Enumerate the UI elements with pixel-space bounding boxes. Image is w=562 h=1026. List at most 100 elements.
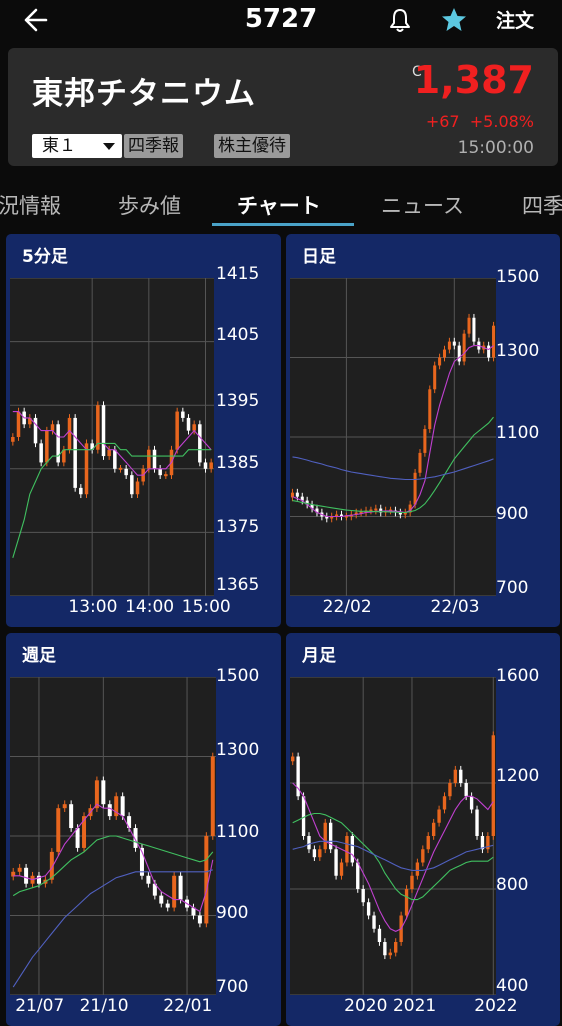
candle-down bbox=[79, 487, 83, 495]
y-tick-label: 800 bbox=[496, 875, 529, 895]
y-tick-label: 1100 bbox=[216, 822, 260, 842]
candle-up bbox=[415, 862, 420, 876]
chart-title: 週足 bbox=[22, 646, 56, 666]
candle-up bbox=[438, 357, 442, 366]
candle-down bbox=[295, 492, 299, 497]
candle-down bbox=[334, 849, 338, 876]
candle-down bbox=[24, 867, 29, 884]
candle-down bbox=[130, 475, 134, 495]
tab-news[interactable]: ニュース bbox=[381, 190, 464, 220]
candle-up bbox=[339, 862, 344, 876]
candle-up bbox=[50, 424, 55, 431]
candle-up bbox=[492, 325, 496, 358]
candle-down bbox=[69, 804, 74, 829]
x-tick-label: 15:00 bbox=[181, 597, 231, 617]
candle-down bbox=[301, 796, 306, 836]
y-tick-label: 1405 bbox=[216, 325, 260, 345]
stock-summary-card: 東邦チタニウム 東１ 四季報 株主優待 C 1,387 +67 +5.08% 1… bbox=[8, 48, 558, 166]
candle-up bbox=[447, 341, 451, 350]
candle-down bbox=[181, 411, 185, 418]
candle-down bbox=[107, 804, 112, 817]
x-tick-label: 2020 bbox=[344, 996, 388, 1016]
candle-down bbox=[39, 443, 43, 463]
top-bar: 5727 注文 bbox=[0, 0, 562, 40]
active-tab-indicator bbox=[212, 223, 354, 226]
plot-area bbox=[290, 677, 496, 995]
y-tick-label: 1415 bbox=[216, 264, 260, 284]
candle-up bbox=[204, 836, 209, 924]
candle-down bbox=[198, 424, 202, 463]
chart-title: 5分足 bbox=[22, 247, 68, 267]
company-name: 東邦チタニウム bbox=[32, 76, 256, 112]
candle-up bbox=[388, 952, 392, 956]
candle-up bbox=[374, 508, 378, 511]
candle-up bbox=[431, 822, 436, 836]
candle-down bbox=[146, 875, 151, 884]
candle-down bbox=[350, 836, 355, 863]
plot-area bbox=[10, 677, 216, 995]
y-tick-label: 1500 bbox=[216, 666, 260, 686]
chevron-down-icon bbox=[103, 143, 115, 150]
market-select[interactable]: 東１ bbox=[32, 134, 122, 158]
candle-down bbox=[469, 796, 474, 810]
change-value: +67 bbox=[425, 112, 460, 131]
x-tick-label: 22/01 bbox=[163, 996, 213, 1016]
chart-panel-monthly[interactable]: 月足 1600 1200 800 400 2020 2021 2022 bbox=[286, 633, 560, 1026]
candle-down bbox=[197, 915, 202, 924]
candle-up bbox=[428, 389, 432, 430]
candle-up bbox=[11, 437, 15, 442]
chart-panel-weekly[interactable]: 週足 1500 1300 1100 900 700 21/07 21/10 22/01 bbox=[6, 633, 281, 1026]
candle-down bbox=[464, 783, 468, 797]
candle-down bbox=[158, 468, 162, 476]
candle-down bbox=[186, 417, 191, 431]
y-tick-label: 900 bbox=[216, 903, 249, 923]
candle-down bbox=[452, 341, 456, 346]
candle-down bbox=[101, 405, 106, 457]
y-tick-label: 1375 bbox=[216, 517, 260, 537]
candle-up bbox=[209, 462, 213, 469]
moving-average-line bbox=[292, 782, 494, 933]
candle-up bbox=[175, 411, 179, 450]
page-title: 5727 bbox=[244, 4, 318, 34]
y-tick-label: 1500 bbox=[496, 267, 540, 287]
favorite-star-icon[interactable] bbox=[440, 6, 468, 34]
tab-trade-history[interactable]: 歩み値 bbox=[118, 190, 181, 220]
candle-up bbox=[291, 756, 295, 762]
candle-down bbox=[56, 424, 60, 463]
candle-up bbox=[45, 430, 49, 463]
y-tick-label: 1100 bbox=[496, 423, 540, 443]
chart-panel-5min[interactable]: 5分足 1415 1405 1395 1385 1375 1365 13:00 14:00 15… bbox=[6, 234, 281, 627]
x-tick-label: 13:00 bbox=[68, 597, 118, 617]
candlestick-chart bbox=[290, 677, 496, 995]
candle-down bbox=[361, 889, 365, 903]
chart-title: 日足 bbox=[302, 247, 336, 267]
tab-chart[interactable]: チャート bbox=[237, 190, 321, 220]
tab-shikiho[interactable]: 四季 bbox=[522, 190, 562, 220]
candle-up bbox=[56, 808, 61, 852]
candle-up bbox=[421, 849, 425, 863]
candle-down bbox=[372, 915, 376, 929]
candle-down bbox=[73, 417, 77, 488]
tag-shikiho[interactable]: 四季報 bbox=[124, 134, 183, 158]
moving-average-line bbox=[292, 812, 494, 901]
candle-up bbox=[442, 796, 447, 810]
candle-up bbox=[413, 472, 417, 505]
chart-panel-daily[interactable]: 日足 1500 1300 1100 900 700 22/02 22/03 bbox=[286, 234, 560, 627]
moving-average-line bbox=[12, 835, 214, 897]
candle-down bbox=[165, 903, 170, 908]
y-tick-label: 1600 bbox=[496, 666, 540, 686]
candle-up bbox=[404, 889, 409, 916]
order-button[interactable]: 注文 bbox=[496, 6, 534, 33]
candle-up bbox=[426, 836, 430, 850]
candle-up bbox=[437, 809, 441, 823]
moving-average-line bbox=[292, 456, 494, 481]
tab-market-info[interactable]: 況情報 bbox=[0, 190, 61, 220]
tag-shareholder-benefits[interactable]: 株主優待 bbox=[214, 134, 290, 158]
candle-up bbox=[345, 836, 349, 863]
candle-down bbox=[366, 902, 371, 916]
x-tick-label: 22/02 bbox=[322, 597, 372, 617]
candle-up bbox=[107, 449, 111, 457]
bell-icon[interactable] bbox=[386, 6, 414, 34]
x-tick-label: 21/07 bbox=[15, 996, 65, 1016]
change-percent: +5.08% bbox=[469, 112, 534, 131]
